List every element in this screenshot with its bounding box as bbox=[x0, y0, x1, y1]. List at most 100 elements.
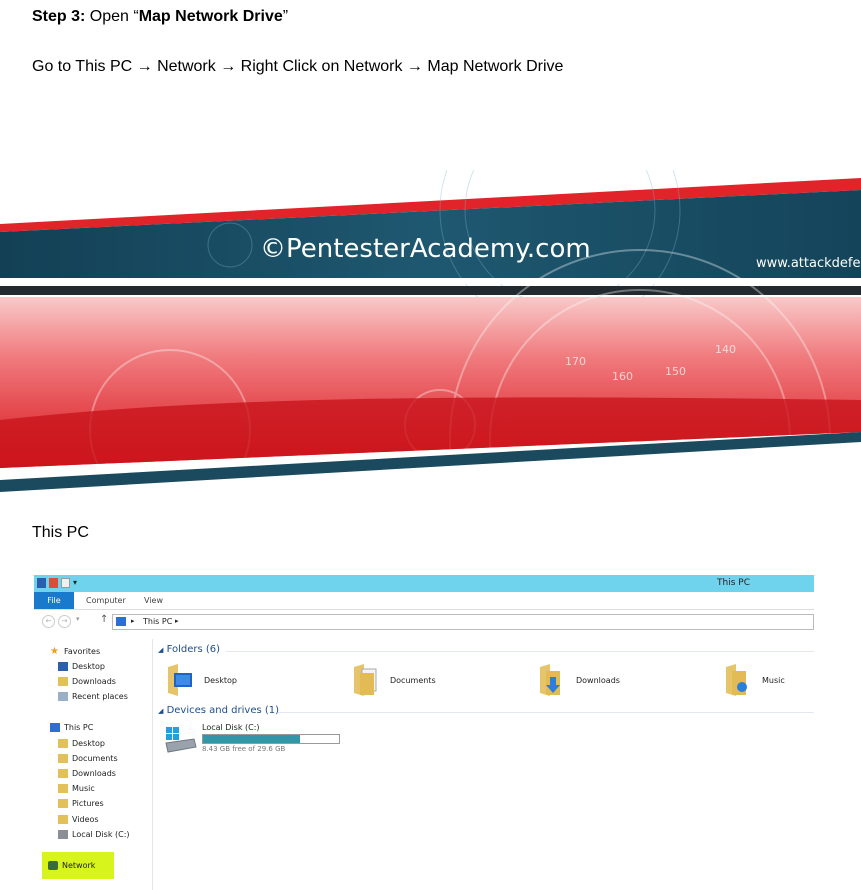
back-arrow-icon[interactable]: ← bbox=[42, 615, 55, 628]
downloads-icon bbox=[58, 677, 68, 686]
music-folder-icon bbox=[726, 664, 747, 696]
nav-pc-videos[interactable]: Videos bbox=[58, 813, 99, 826]
pentester-academy-banner: ©PentesterAcademy.com www.attackdefe 140… bbox=[0, 170, 861, 500]
folder-icon bbox=[58, 739, 68, 748]
folder-downloads[interactable]: Downloads bbox=[538, 663, 658, 703]
nav-pc-local-disk[interactable]: Local Disk (C:) bbox=[58, 828, 130, 841]
drive-usage-fill bbox=[203, 735, 301, 743]
drive-free-space: 8.43 GB free of 29.6 GB bbox=[202, 745, 286, 753]
folder-label: Downloads bbox=[576, 676, 620, 685]
nav-pc-pictures[interactable]: Pictures bbox=[58, 797, 104, 810]
windows-drive-icon bbox=[165, 727, 197, 753]
nav-label: Downloads bbox=[72, 769, 116, 778]
nav-this-pc[interactable]: This PC bbox=[50, 721, 93, 734]
recent-locations-icon[interactable]: ▾ bbox=[76, 615, 80, 623]
folder-documents[interactable]: Documents bbox=[352, 663, 472, 703]
nav-label: Documents bbox=[72, 754, 118, 763]
tab-computer[interactable]: Computer bbox=[86, 592, 126, 609]
folders-group-header[interactable]: ◢ Folders (6) bbox=[158, 644, 220, 655]
desktop-icon bbox=[58, 662, 68, 671]
breadcrumb-this-pc[interactable]: This PC bbox=[143, 617, 172, 626]
section-title: This PC bbox=[32, 524, 89, 541]
nav-label: Desktop bbox=[72, 662, 105, 671]
nav-label: Network bbox=[62, 861, 96, 870]
folder-icon bbox=[58, 754, 68, 763]
new-folder-icon[interactable] bbox=[49, 578, 58, 588]
network-icon bbox=[48, 861, 58, 870]
nav-desktop[interactable]: Desktop bbox=[58, 660, 105, 673]
folder-label: Desktop bbox=[204, 676, 237, 685]
recent-places-icon bbox=[58, 692, 68, 701]
nav-network[interactable]: Network bbox=[48, 859, 95, 872]
nav-downloads[interactable]: Downloads bbox=[58, 675, 116, 688]
window-title: This PC bbox=[717, 578, 750, 588]
content-pane: ◢ Folders (6) Desktop Documents Download… bbox=[156, 639, 814, 890]
step-text-before: Open “ bbox=[85, 8, 139, 25]
desktop-folder-icon bbox=[168, 664, 192, 696]
title-bar: ▾ This PC bbox=[34, 575, 814, 592]
forward-arrow-icon[interactable]: → bbox=[58, 615, 71, 628]
collapse-arrow-icon: ◢ bbox=[158, 646, 164, 654]
address-bar[interactable]: ▸ This PC ▸ bbox=[112, 614, 814, 630]
collapse-arrow-icon: ◢ bbox=[158, 707, 164, 715]
step-text-after: ” bbox=[282, 8, 289, 25]
folder-music[interactable]: Music bbox=[724, 663, 814, 703]
tab-view[interactable]: View bbox=[144, 592, 163, 609]
documents-folder-icon bbox=[354, 664, 377, 696]
tab-file[interactable]: File bbox=[34, 592, 74, 609]
dial-number: 150 bbox=[665, 365, 686, 378]
chevron-down-icon[interactable]: ▾ bbox=[73, 578, 82, 588]
drive-usage-bar bbox=[202, 734, 340, 744]
up-arrow-icon[interactable]: ↑ bbox=[100, 614, 108, 625]
drive-label: Local Disk (C:) bbox=[202, 723, 260, 732]
divider bbox=[226, 651, 814, 652]
nav-pc-music[interactable]: Music bbox=[58, 782, 95, 795]
folder-label: Documents bbox=[390, 676, 436, 685]
nav-label: Pictures bbox=[72, 799, 104, 808]
nav-label: Downloads bbox=[72, 677, 116, 686]
dial-number: 140 bbox=[715, 343, 736, 356]
computer-icon bbox=[50, 723, 60, 732]
drive-icon bbox=[58, 830, 68, 839]
divider bbox=[278, 712, 814, 713]
banner-url: www.attackdefe bbox=[756, 256, 860, 271]
downloads-folder-icon bbox=[540, 664, 560, 696]
dial-number: 160 bbox=[612, 370, 633, 383]
nav-label: Music bbox=[72, 784, 95, 793]
ribbon: File Computer View bbox=[34, 592, 814, 610]
nav-label: Desktop bbox=[72, 739, 105, 748]
music-folder-icon bbox=[58, 784, 68, 793]
drive-local-disk[interactable]: Local Disk (C:) 8.43 GB free of 29.6 GB bbox=[164, 723, 364, 763]
nav-favorites[interactable]: ★ Favorites bbox=[50, 645, 100, 658]
nav-label: This PC bbox=[64, 723, 94, 732]
nav-recent-places[interactable]: Recent places bbox=[58, 690, 128, 703]
instruction-text: Go to This PC → Network → Right Click on… bbox=[32, 58, 564, 75]
dial-number: 170 bbox=[565, 355, 586, 368]
nav-label: Local Disk (C:) bbox=[72, 830, 130, 839]
step-title: Map Network Drive bbox=[138, 8, 283, 25]
chevron-right-icon[interactable]: ▸ bbox=[175, 617, 179, 625]
properties-icon[interactable] bbox=[37, 578, 46, 588]
videos-folder-icon bbox=[58, 815, 68, 824]
document-icon[interactable] bbox=[61, 578, 70, 588]
address-row: ← → ▾ ↑ ▸ This PC ▸ bbox=[34, 613, 814, 630]
banner-brand: ©PentesterAcademy.com bbox=[260, 234, 591, 264]
chevron-right-icon[interactable]: ▸ bbox=[131, 617, 135, 625]
step-heading: Step 3: Open “Map Network Drive” bbox=[32, 8, 288, 26]
nav-pc-desktop[interactable]: Desktop bbox=[58, 737, 105, 750]
nav-pc-downloads[interactable]: Downloads bbox=[58, 767, 116, 780]
pictures-folder-icon bbox=[58, 799, 68, 808]
quick-access-toolbar: ▾ bbox=[37, 578, 82, 588]
folder-icon bbox=[58, 769, 68, 778]
star-icon: ★ bbox=[50, 646, 59, 657]
devices-group-header[interactable]: ◢ Devices and drives (1) bbox=[158, 705, 279, 716]
folder-desktop[interactable]: Desktop bbox=[166, 663, 286, 703]
nav-label: Videos bbox=[72, 815, 99, 824]
nav-pc-documents[interactable]: Documents bbox=[58, 752, 118, 765]
nav-label: Recent places bbox=[72, 692, 128, 701]
folders-header-label: Folders (6) bbox=[166, 644, 221, 655]
devices-header-label: Devices and drives (1) bbox=[166, 705, 280, 716]
nav-label: Favorites bbox=[64, 647, 101, 656]
file-explorer-window: ▾ This PC File Computer View ← → ▾ ↑ ▸ T… bbox=[34, 575, 814, 890]
computer-icon bbox=[116, 617, 126, 626]
